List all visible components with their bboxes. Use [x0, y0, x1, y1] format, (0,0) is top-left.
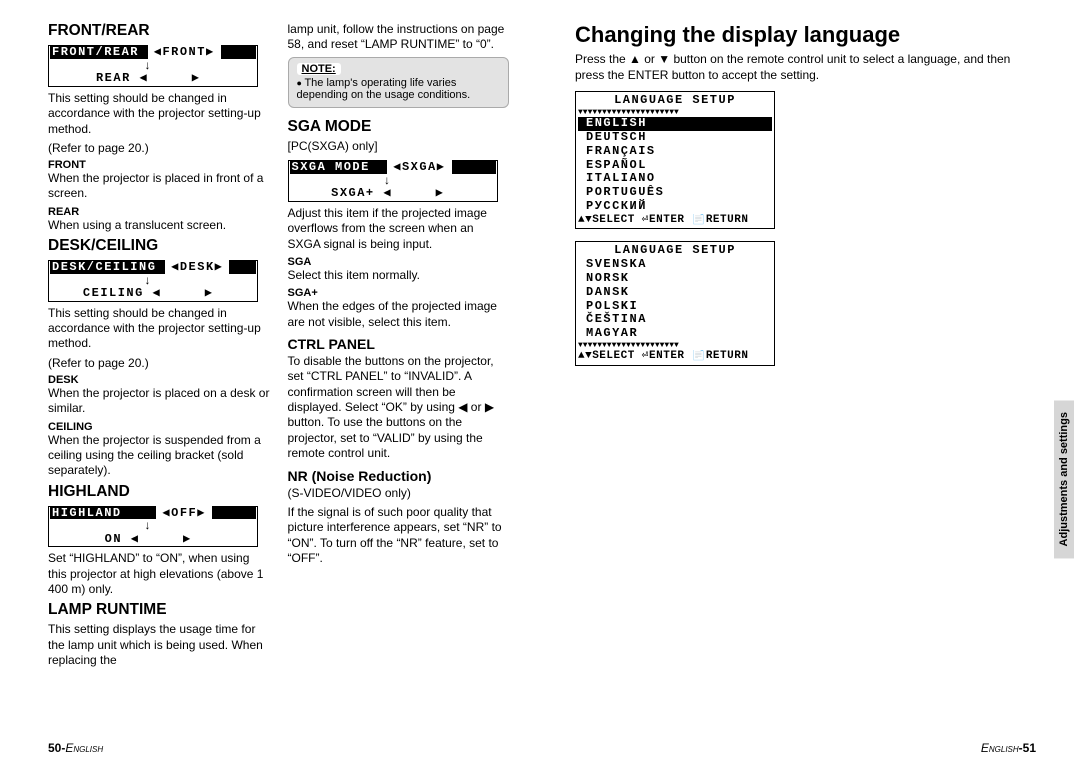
intro-text: Press the ▲ or ▼ button on the remote co… [575, 52, 1036, 83]
language-menu-1: LANGUAGE SETUP ▼▼▼▼▼▼▼▼▼▼▼▼▼▼▼▼▼▼▼▼▼ ENG… [575, 91, 775, 229]
subhead: CEILING [48, 421, 270, 433]
paragraph: This setting should be changed in accord… [48, 306, 270, 352]
section-heading: DESK/CEILING [48, 237, 270, 255]
language-option: MAGYAR [578, 327, 772, 341]
menu-title: LANGUAGE SETUP [578, 94, 772, 108]
page-51: Changing the display language Press the … [531, 0, 1080, 765]
language-option: NORSK [578, 272, 772, 286]
subhead: SGA [288, 256, 510, 268]
osd-highland: HIGHLAND ◀OFF▶ ↓ON ◀ ▶ [48, 506, 258, 548]
side-tab: Adjustments and settings [1054, 400, 1074, 558]
page-50: FRONT/REAR FRONT/REAR ◀FRONT▶ ↓REAR ◀ ▶ … [0, 0, 531, 765]
menu-title: LANGUAGE SETUP [578, 244, 772, 258]
language-option: SVENSKA [578, 258, 772, 272]
paragraph: When the projector is suspended from a c… [48, 433, 270, 479]
language-option: PORTUGUÊS [578, 186, 772, 200]
page-title: Changing the display language [575, 22, 1036, 48]
language-option: FRANÇAIS [578, 145, 772, 159]
section-heading: FRONT/REAR [48, 22, 270, 40]
paragraph: When using a translucent screen. [48, 218, 270, 233]
language-option: ČEŠTINA [578, 313, 772, 327]
osd-front-rear: FRONT/REAR ◀FRONT▶ ↓REAR ◀ ▶ [48, 45, 258, 87]
paragraph: If the signal is of such poor quality th… [288, 505, 510, 566]
column-1: FRONT/REAR FRONT/REAR ◀FRONT▶ ↓REAR ◀ ▶ … [48, 22, 270, 673]
paragraph: To disable the buttons on the projector,… [288, 354, 510, 462]
paragraph: lamp unit, follow the instructions on pa… [288, 22, 510, 53]
subhead: DESK [48, 374, 270, 386]
note-heading: NOTE: [297, 63, 341, 75]
menu-footer: ▲▼SELECT ⏎ENTER 📄RETURN [578, 214, 772, 227]
availability: (S-VIDEO/VIDEO only) [288, 486, 510, 501]
paragraph: When the projector is placed on a desk o… [48, 386, 270, 417]
section-heading: NR (Noise Reduction) [288, 468, 510, 484]
column-2: lamp unit, follow the instructions on pa… [288, 22, 510, 673]
availability: [PC(SXGA) only] [288, 139, 510, 154]
subhead: REAR [48, 206, 270, 218]
language-option: DANSK [578, 286, 772, 300]
page-ref: (Refer to page 20.) [48, 141, 270, 155]
page-footer-left: 50-English [48, 741, 103, 755]
section-heading: SGA MODE [288, 118, 510, 136]
section-heading: HIGHLAND [48, 483, 270, 501]
osd-sxga: SXGA MODE ◀SXGA▶ ↓SXGA+ ◀ ▶ [288, 160, 498, 202]
language-option: ENGLISH [578, 117, 772, 131]
menu-footer: ▲▼SELECT ⏎ENTER 📄RETURN [578, 350, 772, 363]
section-heading: CTRL PANEL [288, 336, 510, 352]
language-option: ESPAÑOL [578, 159, 772, 173]
page-footer-right: English-51 [981, 741, 1036, 755]
language-option: РУССКИЙ [578, 200, 772, 214]
paragraph: This setting should be changed in accord… [48, 91, 270, 137]
paragraph: When the projector is placed in front of… [48, 171, 270, 202]
paragraph: Set “HIGHLAND” to “ON”, when using this … [48, 551, 270, 597]
osd-desk-ceiling: DESK/CEILING ◀DESK▶ ↓CEILING ◀ ▶ [48, 260, 258, 302]
subhead: SGA+ [288, 287, 510, 299]
subhead: FRONT [48, 159, 270, 171]
language-option: DEUTSCH [578, 131, 772, 145]
page-ref: (Refer to page 20.) [48, 356, 270, 370]
section-heading: LAMP RUNTIME [48, 601, 270, 619]
paragraph: When the edges of the projected image ar… [288, 299, 510, 330]
paragraph: Adjust this item if the projected image … [288, 206, 510, 252]
note-item: The lamp's operating life varies dependi… [297, 77, 504, 101]
paragraph: Select this item normally. [288, 268, 510, 283]
language-menu-2: LANGUAGE SETUP SVENSKANORSKDANSKPOLSKIČE… [575, 241, 775, 365]
note-box: NOTE: The lamp's operating life varies d… [288, 57, 510, 108]
paragraph: This setting displays the usage time for… [48, 622, 270, 668]
